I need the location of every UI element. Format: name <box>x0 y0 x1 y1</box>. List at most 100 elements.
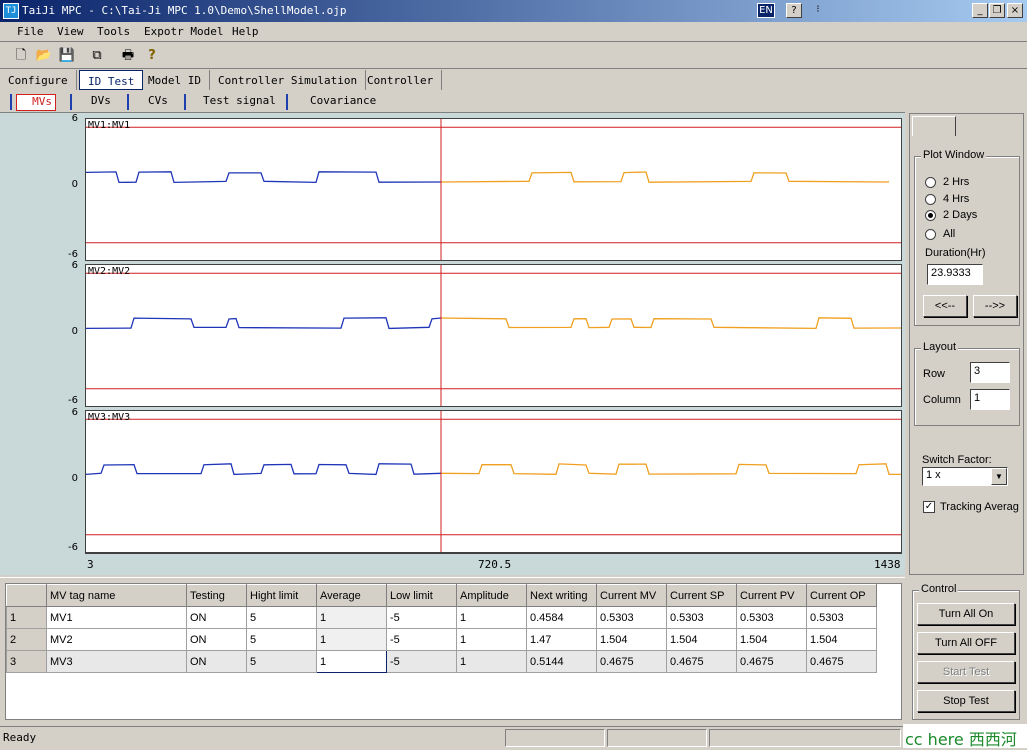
table-cell[interactable]: 1.47 <box>526 628 597 651</box>
subtab-cvs[interactable]: CVs <box>148 94 168 111</box>
print-icon[interactable]: 🖶 <box>119 47 137 65</box>
col-low-limit[interactable]: Low limit <box>386 584 457 607</box>
table-cell[interactable]: 1.504 <box>596 628 667 651</box>
panel-tab[interactable] <box>912 116 956 136</box>
menu-file[interactable]: File <box>17 25 44 38</box>
help-question-icon[interactable]: ? <box>143 47 161 65</box>
table-cell[interactable]: 0.5303 <box>596 606 667 629</box>
radio-2days[interactable] <box>925 210 936 221</box>
table-cell[interactable]: ON <box>186 650 247 673</box>
minimize-button[interactable]: _ <box>972 3 988 18</box>
tracking-average-checkbox[interactable]: ✓ <box>923 501 935 513</box>
start-test-button[interactable]: Start Test <box>917 661 1015 683</box>
table-cell[interactable]: 1 <box>316 606 387 629</box>
tab-model-id[interactable]: Model ID <box>140 70 210 90</box>
mv1-plot[interactable]: MV1:MV1 <box>85 118 902 261</box>
row-index[interactable]: 1 <box>6 606 47 629</box>
subtab-dvs[interactable]: DVs <box>91 94 111 111</box>
table-row[interactable]: 2 MV2 ON 5 1 -5 1 1.47 1.504 1.504 1.504 1.504 <box>6 628 877 651</box>
menu-view[interactable]: View <box>57 25 84 38</box>
switch-factor-select[interactable]: 1 x ▼ <box>922 467 1008 486</box>
table-cell[interactable]: 0.5144 <box>526 650 597 673</box>
mv2-trend-svg <box>86 265 901 406</box>
subtab-covariance[interactable]: Covariance <box>310 94 376 111</box>
table-cell[interactable]: 5 <box>246 606 317 629</box>
col-average[interactable]: Average <box>316 584 387 607</box>
radio-2hrs[interactable] <box>925 177 936 188</box>
subtab-test-signal[interactable]: Test signal <box>203 94 276 111</box>
next-window-button[interactable]: -->> <box>973 295 1017 317</box>
table-cell[interactable]: -5 <box>386 650 457 673</box>
table-cell[interactable]: MV2 <box>46 628 187 651</box>
col-current-op[interactable]: Current OP <box>806 584 877 607</box>
table-cell[interactable]: MV3 <box>46 650 187 673</box>
chevron-down-icon[interactable]: ▼ <box>991 468 1007 485</box>
table-row[interactable]: 3 MV3 ON 5 1 -5 1 0.5144 0.4675 0.4675 0.4675 0.467… <box>6 650 877 673</box>
table-cell[interactable]: 1.504 <box>666 628 737 651</box>
col-mv-tag-name[interactable]: MV tag name <box>46 584 187 607</box>
help-badge-icon[interactable]: ? <box>786 3 802 18</box>
table-cell[interactable]: 0.4675 <box>806 650 877 673</box>
table-cell[interactable]: 1.504 <box>806 628 877 651</box>
duration-field[interactable]: 23.9333 <box>927 264 983 285</box>
table-cell[interactable]: 0.4675 <box>736 650 807 673</box>
table-cell[interactable]: 1 <box>456 606 527 629</box>
col-current-sp[interactable]: Current SP <box>666 584 737 607</box>
y-tick-max: 6 <box>71 113 78 124</box>
col-current-mv[interactable]: Current MV <box>596 584 667 607</box>
tab-controller-simulation[interactable]: Controller Simulation <box>210 70 367 90</box>
table-cell[interactable]: 0.4675 <box>666 650 737 673</box>
col-current-pv[interactable]: Current PV <box>736 584 807 607</box>
restore-button[interactable]: ❐ <box>989 3 1005 18</box>
tab-controller[interactable]: Controller <box>359 70 443 90</box>
col-amplitude[interactable]: Amplitude <box>456 584 527 607</box>
row-index[interactable]: 3 <box>6 650 47 673</box>
table-cell[interactable]: -5 <box>386 606 457 629</box>
table-cell[interactable]: ON <box>186 606 247 629</box>
col-testing[interactable]: Testing <box>186 584 247 607</box>
save-disk-icon[interactable]: 💾 <box>58 47 76 65</box>
table-cell[interactable]: MV1 <box>46 606 187 629</box>
table-cell[interactable]: 1 <box>316 650 387 673</box>
radio-4hrs[interactable] <box>925 194 936 205</box>
tab-id-test[interactable]: ID Test <box>79 70 144 90</box>
tab-configure[interactable]: Configure <box>0 70 77 90</box>
table-cell[interactable]: 1 <box>316 628 387 651</box>
open-folder-icon[interactable]: 📂 <box>35 47 53 65</box>
menu-export-model[interactable]: Expotr Model <box>144 25 223 38</box>
table-cell[interactable]: 0.5303 <box>666 606 737 629</box>
table-cell[interactable]: 1 <box>456 650 527 673</box>
mv2-plot[interactable]: MV2:MV2 <box>85 264 902 407</box>
table-cell[interactable]: 5 <box>246 650 317 673</box>
table-cell[interactable]: 0.4675 <box>596 650 667 673</box>
language-badge[interactable]: EN <box>757 3 775 18</box>
copy-icon[interactable]: ⧉ <box>88 47 106 65</box>
col-high-limit[interactable]: Hight limit <box>246 584 317 607</box>
scroll-arrows-icon[interactable]: ⁝ <box>810 3 826 18</box>
table-cell[interactable]: 1.504 <box>736 628 807 651</box>
new-file-icon[interactable]: 🗋 <box>12 47 30 65</box>
menu-tools[interactable]: Tools <box>97 25 130 38</box>
row-field[interactable]: 3 <box>970 362 1010 383</box>
tab-separator <box>70 94 72 110</box>
menu-help[interactable]: Help <box>232 25 259 38</box>
row-index[interactable]: 2 <box>6 628 47 651</box>
col-next-writing[interactable]: Next writing <box>526 584 597 607</box>
close-button[interactable]: × <box>1007 3 1023 18</box>
radio-all[interactable] <box>925 229 936 240</box>
table-cell[interactable]: ON <box>186 628 247 651</box>
prev-window-button[interactable]: <<-- <box>923 295 967 317</box>
column-field[interactable]: 1 <box>970 389 1010 410</box>
turn-all-on-button[interactable]: Turn All On <box>917 603 1015 625</box>
stop-test-button[interactable]: Stop Test <box>917 690 1015 712</box>
table-cell[interactable]: 0.5303 <box>806 606 877 629</box>
table-cell[interactable]: 1 <box>456 628 527 651</box>
table-cell[interactable]: 0.4584 <box>526 606 597 629</box>
turn-all-off-button[interactable]: Turn All OFF <box>917 632 1015 654</box>
table-cell[interactable]: -5 <box>386 628 457 651</box>
table-cell[interactable]: 0.5303 <box>736 606 807 629</box>
mv3-plot[interactable]: MV3:MV3 <box>85 410 902 553</box>
table-row[interactable]: 1 MV1 ON 5 1 -5 1 0.4584 0.5303 0.5303 0.5303 0.530… <box>6 606 877 629</box>
table-cell[interactable]: 5 <box>246 628 317 651</box>
subtab-mvs[interactable]: MVs <box>16 94 56 111</box>
